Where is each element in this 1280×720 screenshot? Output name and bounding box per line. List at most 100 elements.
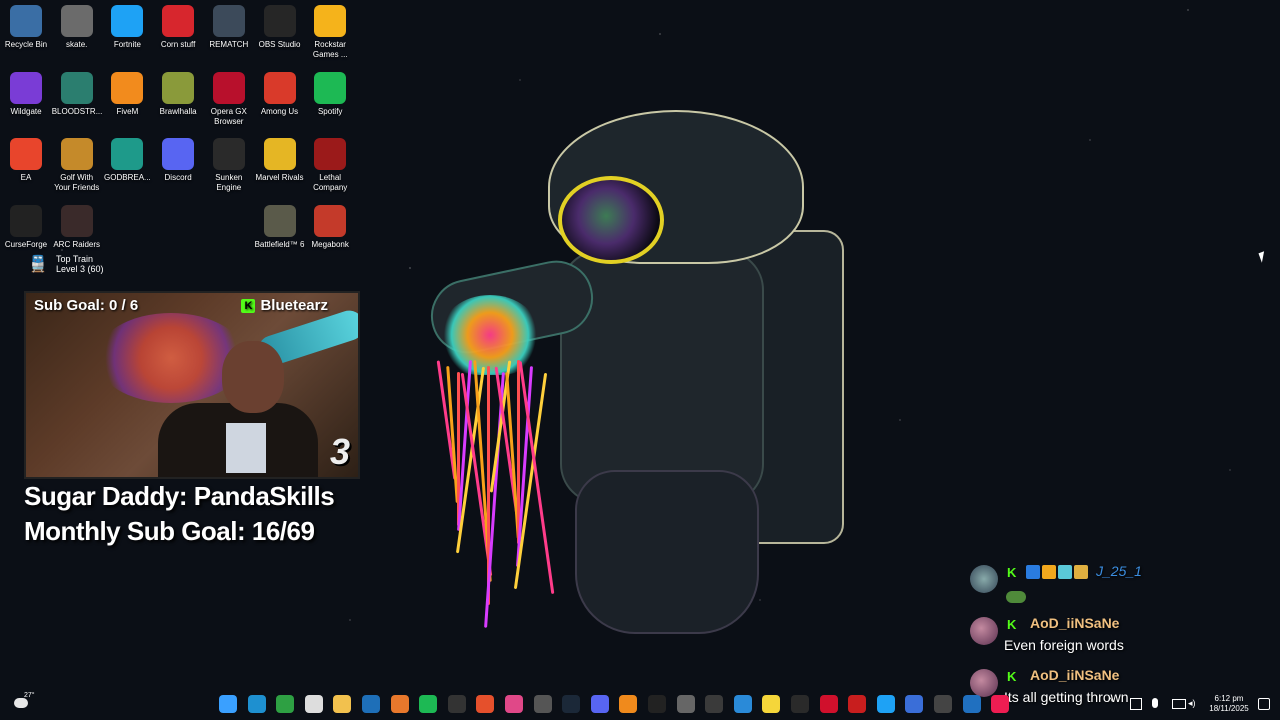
sub-goal-label: Sub Goal: 0 / 6 <box>34 297 139 314</box>
chat-username: AoD_iiNSaNe <box>1030 667 1120 683</box>
desktop-icon[interactable]: Marvel Rivals <box>255 138 305 183</box>
desktop-icon-label: Wildgate <box>10 106 42 116</box>
media-icon[interactable] <box>962 695 981 713</box>
desktop-icon[interactable]: skate. <box>52 5 102 50</box>
search-icon[interactable] <box>247 695 266 713</box>
curseforge-icon <box>10 204 42 237</box>
desktop-icon[interactable]: CurseForge <box>1 204 51 250</box>
desktop-icon[interactable]: Corn stuff <box>153 5 203 50</box>
xbox-icon[interactable] <box>276 695 295 713</box>
desktop-icon[interactable]: Opera GX Browser <box>204 71 254 127</box>
vlc-icon[interactable] <box>619 695 638 713</box>
desktop-icon-label: REMATCH <box>209 40 249 49</box>
chat-text: Even foreign words <box>1004 637 1124 653</box>
spotify-icon[interactable] <box>419 695 438 713</box>
webcam-feed: Sub Goal: 0 / 6 K Bluetearz 3 <box>24 291 360 479</box>
desktop-icon-label: Golf With Your Friends <box>54 173 100 192</box>
desktop-icon[interactable]: Sunken Engine <box>204 138 254 193</box>
desktop-icon[interactable]: Recycle Bin <box>1 5 51 50</box>
streamer-name: Bluetearz <box>260 297 328 314</box>
desktop-icon[interactable]: Wildgate <box>1 71 51 117</box>
desktop-icon[interactable]: Fortnite <box>102 5 152 50</box>
windows-start-icon[interactable] <box>219 695 237 713</box>
lethal-company-icon <box>314 138 347 170</box>
discord-icon <box>162 138 195 170</box>
terminal-icon[interactable] <box>791 695 809 713</box>
desktop-icon-label: Marvel Rivals <box>255 173 304 182</box>
notification-bell-icon[interactable] <box>1258 698 1270 710</box>
game-bar-icon[interactable] <box>934 695 952 713</box>
desktop-icon[interactable]: Battlefield™ 6 <box>254 204 305 250</box>
desktop-icon[interactable]: REMATCH <box>204 5 254 50</box>
chrome-icon[interactable] <box>304 695 323 713</box>
steam-icon[interactable] <box>562 695 581 713</box>
desktop-icon[interactable]: Golf With Your Friends <box>52 138 102 193</box>
capcut-icon[interactable] <box>648 695 666 713</box>
photos-icon[interactable] <box>733 695 752 713</box>
arc-raiders-icon <box>60 204 93 237</box>
desktop-icon[interactable]: Discord <box>153 138 203 183</box>
desktop-icon[interactable]: Megabonk <box>305 204 355 250</box>
capture-icon[interactable] <box>505 695 523 713</box>
weather-widget[interactable]: 27° <box>12 692 35 714</box>
kick-logo-icon: K <box>241 298 256 313</box>
app-icon[interactable] <box>705 695 724 713</box>
chevron-up-icon[interactable]: ^ <box>1108 697 1113 708</box>
network-icon[interactable] <box>1172 699 1186 709</box>
kick-badge-icon: K <box>1007 565 1017 580</box>
brave-icon[interactable] <box>476 695 495 713</box>
file-explorer-icon[interactable] <box>333 695 352 713</box>
firefox-icon[interactable] <box>390 695 409 713</box>
epic-games-icon[interactable] <box>447 695 466 713</box>
microphone-icon[interactable] <box>1152 698 1158 708</box>
desktop-icon[interactable]: Among Us <box>255 71 305 117</box>
desktop-icon[interactable]: OBS Studio <box>255 5 305 50</box>
recycle-bin-icon <box>10 5 42 37</box>
clock-time: 6:12 pm <box>1214 694 1244 703</box>
record-icon[interactable] <box>848 695 867 713</box>
desktop-icon[interactable]: Lethal Company <box>305 138 355 193</box>
frog-emote-icon <box>1006 591 1026 603</box>
desktop-icon[interactable]: FiveM <box>102 71 152 117</box>
clock-date: 18/11/2025 <box>1209 704 1249 713</box>
discord-icon[interactable] <box>590 695 609 713</box>
obs-icon <box>263 5 296 37</box>
top-train-title: Top Train <box>56 254 94 264</box>
chat-avatar <box>970 565 998 593</box>
desktop-icon-label: CurseForge <box>4 239 48 249</box>
opera-gx-icon[interactable] <box>819 695 838 713</box>
train-icon: 🚆 <box>28 256 48 273</box>
desktop-icon-label: skate. <box>66 40 88 49</box>
desktop-icon-label: Opera GX Browser <box>210 106 247 126</box>
volume-icon[interactable]: ◂) <box>1188 698 1196 709</box>
desktop-icon[interactable]: ARC Raiders <box>52 204 102 250</box>
desktop-icon[interactable]: BLOODSTR... <box>51 71 103 117</box>
desktop-icon[interactable]: Spotify <box>305 71 355 117</box>
desktop-icon-label: EA <box>20 173 32 182</box>
vscode-icon[interactable] <box>362 695 380 713</box>
astronaut-leg <box>575 470 759 634</box>
vpn-icon[interactable] <box>905 695 924 713</box>
desktop-icon-label: OBS Studio <box>258 40 301 49</box>
desktop-icon[interactable]: Brawlhalla <box>153 71 203 117</box>
fortnite-icon[interactable] <box>876 695 895 713</box>
desktop-icon[interactable]: Rockstar Games ... <box>305 5 355 60</box>
obs-icon[interactable] <box>533 695 552 713</box>
tiktok-icon[interactable] <box>991 695 1010 713</box>
top-train-widget[interactable]: 🚆 Top Train Level 3 (60) <box>28 254 104 274</box>
fortnite-icon <box>111 5 144 37</box>
sticky-notes-icon[interactable] <box>762 695 781 713</box>
clock[interactable]: 6:12 pm 18/11/2025 <box>1204 694 1254 714</box>
streamer-head <box>222 341 284 413</box>
kick-badge-icon: K <box>1007 669 1017 684</box>
eye-icon <box>212 138 245 170</box>
desktop-icon-label: Among Us <box>260 106 299 116</box>
desktop-icon-label: BLOODSTR... <box>51 106 103 116</box>
desktop-icon[interactable]: EA <box>1 138 51 183</box>
desktop-icon[interactable]: GODBREA... <box>102 138 152 183</box>
desktop-icon-label: Battlefield™ 6 <box>254 239 305 249</box>
ea-icon <box>10 138 42 170</box>
tray-icon[interactable] <box>1130 698 1142 710</box>
astronaut-visor <box>558 176 664 264</box>
settings-icon[interactable] <box>676 695 695 713</box>
